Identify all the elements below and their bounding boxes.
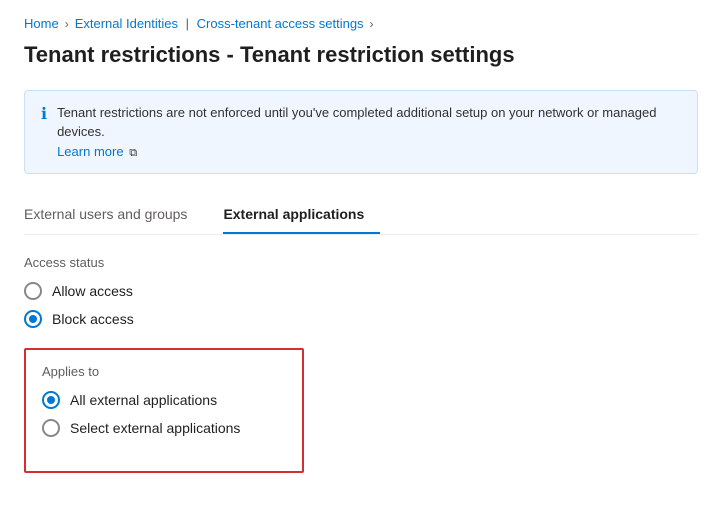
applies-to-label: Applies to bbox=[42, 364, 286, 379]
breadcrumb-pipe: | bbox=[182, 16, 193, 31]
breadcrumb-separator-2: › bbox=[370, 17, 374, 31]
allow-access-option[interactable]: Allow access bbox=[24, 282, 698, 300]
select-external-apps-option[interactable]: Select external applications bbox=[42, 419, 286, 437]
select-external-apps-label: Select external applications bbox=[70, 420, 240, 436]
page-title: Tenant restrictions - Tenant restriction… bbox=[24, 41, 698, 70]
all-external-apps-radio[interactable] bbox=[42, 391, 60, 409]
external-link-icon: ⧉ bbox=[129, 147, 137, 159]
access-status-section: Access status Allow access Block access bbox=[24, 255, 698, 328]
learn-more-link[interactable]: Learn more bbox=[57, 144, 123, 159]
access-status-label: Access status bbox=[24, 255, 698, 270]
info-banner-text: Tenant restrictions are not enforced unt… bbox=[57, 103, 681, 162]
applies-to-radio-group: All external applications Select externa… bbox=[42, 391, 286, 437]
allow-access-label: Allow access bbox=[52, 283, 133, 299]
breadcrumb-cross-tenant[interactable]: Cross-tenant access settings bbox=[197, 16, 364, 31]
info-banner: ℹ Tenant restrictions are not enforced u… bbox=[24, 90, 698, 175]
access-status-radio-group: Allow access Block access bbox=[24, 282, 698, 328]
tab-external-apps[interactable]: External applications bbox=[223, 198, 380, 234]
breadcrumb-separator-1: › bbox=[65, 17, 69, 31]
block-access-option[interactable]: Block access bbox=[24, 310, 698, 328]
breadcrumb: Home › External Identities | Cross-tenan… bbox=[24, 16, 698, 31]
all-external-apps-label: All external applications bbox=[70, 392, 217, 408]
tabs-container: External users and groups External appli… bbox=[24, 198, 698, 235]
breadcrumb-external-identities[interactable]: External Identities bbox=[75, 16, 178, 31]
breadcrumb-home[interactable]: Home bbox=[24, 16, 59, 31]
allow-access-radio[interactable] bbox=[24, 282, 42, 300]
block-access-radio[interactable] bbox=[24, 310, 42, 328]
tab-external-users[interactable]: External users and groups bbox=[24, 198, 203, 234]
block-access-label: Block access bbox=[52, 311, 134, 327]
applies-to-box: Applies to All external applications Sel… bbox=[24, 348, 304, 473]
info-icon: ℹ bbox=[41, 104, 47, 124]
all-external-apps-option[interactable]: All external applications bbox=[42, 391, 286, 409]
select-external-apps-radio[interactable] bbox=[42, 419, 60, 437]
